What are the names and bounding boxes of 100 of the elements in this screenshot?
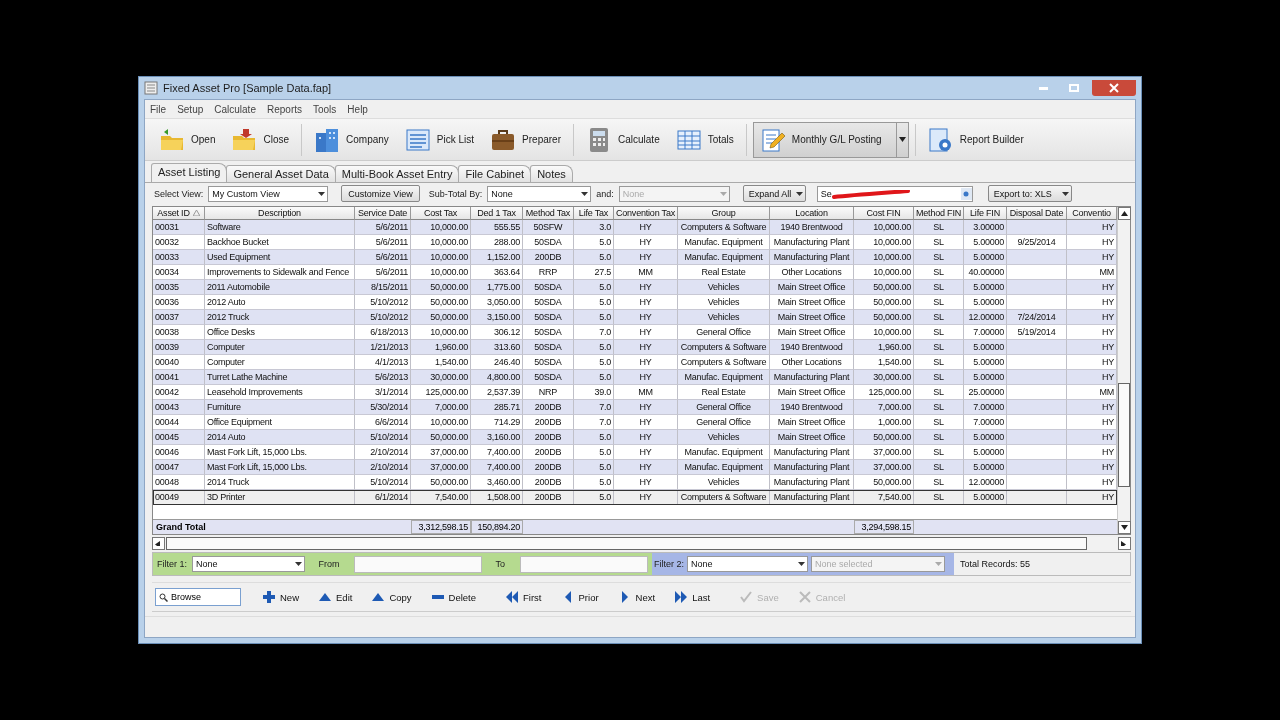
to-label: To: [495, 559, 505, 569]
close-button[interactable]: [1092, 80, 1136, 96]
scrollbar-thumb[interactable]: [1118, 383, 1130, 487]
menu-item[interactable]: File: [150, 103, 167, 115]
table-row[interactable]: 00032 Backhoe Bucket 5/6/2011 10,000.00 288.00 50SDA 5.0 HY Manufac. Equipment Manufacturing Plant 10,000.00 SL 5.00000 9/25/2014 HY: [153, 235, 1117, 251]
filter-2-dropdown[interactable]: None: [687, 556, 808, 572]
filter-1-dropdown[interactable]: None: [192, 556, 306, 572]
checkmark-icon: [740, 591, 753, 603]
column-header[interactable]: Description: [205, 207, 355, 221]
customize-view-button[interactable]: Customize View: [341, 185, 420, 202]
column-header[interactable]: Life FIN: [964, 207, 1007, 221]
nav-button[interactable]: Last: [667, 586, 719, 608]
toolbar-button[interactable]: Pick List: [398, 121, 481, 158]
double-right-arrow-icon: [675, 591, 688, 603]
folder-icon: [231, 126, 258, 153]
toolbar-button[interactable]: Calculate: [580, 121, 666, 158]
toolbar-button[interactable]: Open: [153, 121, 222, 158]
tab[interactable]: Notes: [530, 165, 573, 182]
caret-down-icon: [1121, 525, 1128, 530]
split-button[interactable]: Monthly G/L Posting: [752, 121, 909, 158]
table-row[interactable]: 00042 Leasehold Improvements 3/1/2014 125,000.00 2,537.39 NRP 39.0 MM Real Estate Main Street Office 125,000.00 SL 25.00000 MM: [153, 385, 1117, 401]
table-row[interactable]: 00041 Turret Lathe Machine 5/6/2013 30,000.00 4,800.00 50SDA 5.0 HY Manufac. Equipment Manufacturing Plant 30,000.00 SL 5.00000 HY: [153, 370, 1117, 386]
tab[interactable]: File Cabinet: [458, 165, 532, 182]
table-row[interactable]: 00046 Mast Fork Lift, 15,000 Lbs. 2/10/2014 37,000.00 7,400.00 200DB 5.0 HY Manufac. Equipment Manufacturing Plant 37,000.00 SL 5.00000 HY: [153, 445, 1117, 461]
export-dropdown-button[interactable]: Export to: XLS: [987, 185, 1072, 202]
total-cell: 3,294,598.15: [854, 519, 914, 534]
table-row[interactable]: 00033 Used Equipment 5/6/2011 10,000.00 1,152.00 200DB 5.0 HY Manufac. Equipment Manufacturing Plant 10,000.00 SL 5.00000 HY: [153, 250, 1117, 266]
grand-total-label: Grand Total: [155, 521, 207, 532]
column-header[interactable]: Life Tax: [574, 207, 614, 221]
nav-button[interactable]: New: [255, 586, 307, 608]
column-header[interactable]: Conventio: [1067, 207, 1117, 221]
table-row[interactable]: 00031 Software 5/6/2011 10,000.00 555.55 50SFW 3.0 HY Computers & Software 1940 Brentwood 10,000.00 SL 3.00000 HY: [153, 220, 1117, 236]
table-row[interactable]: 00045 2014 Auto 5/10/2014 50,000.00 3,160.00 200DB 5.0 HY Vehicles Main Street Office 50,000.00 SL 5.00000 HY: [153, 430, 1117, 446]
nav-button[interactable]: Copy: [364, 586, 420, 608]
scroll-down-button[interactable]: [1118, 521, 1131, 534]
menu-item[interactable]: Calculate: [214, 103, 256, 115]
nav-button[interactable]: First: [498, 586, 550, 608]
column-header[interactable]: Group: [678, 207, 770, 221]
from-label: From: [318, 559, 340, 569]
scrollbar-thumb[interactable]: [166, 536, 1087, 550]
table-row[interactable]: 00034 Improvements to Sidewalk and Fence 5/6/2011 10,000.00 363.64 RRP 27.5 MM Real Estate Other Locations 10,000.00 SL 40.00000 MM: [153, 265, 1117, 281]
to-field[interactable]: [520, 555, 648, 573]
tab[interactable]: Asset Listing: [151, 163, 228, 182]
nav-button[interactable]: Delete: [423, 586, 485, 608]
table-row[interactable]: 00048 2014 Truck 5/10/2014 50,000.00 3,460.00 200DB 5.0 HY Vehicles Manufacturing Plant 50,000.00 SL 12.00000 HY: [153, 475, 1117, 491]
toolbar-button[interactable]: Report Builder: [921, 121, 1030, 158]
nav-button[interactable]: Prior: [553, 586, 607, 608]
triangle-up-icon: [319, 591, 331, 603]
table-row[interactable]: 00037 2012 Truck 5/10/2012 50,000.00 3,150.00 50SDA 5.0 HY Vehicles Main Street Office 50,000.00 SL 12.00000 7/24/2014 HY: [153, 310, 1117, 326]
column-header[interactable]: Convention Tax: [614, 207, 678, 221]
table-row[interactable]: 00047 Mast Fork Lift, 15,000 Lbs. 2/10/2014 37,000.00 7,400.00 200DB 5.0 HY Manufac. Equipment Manufacturing Plant 37,000.00 SL 5.00000 HY: [153, 460, 1117, 476]
search-icon: [159, 592, 168, 602]
select-view-dropdown[interactable]: My Custom View: [208, 185, 329, 202]
window-title: Fixed Asset Pro [Sample Data.fap]: [163, 82, 333, 94]
table-row[interactable]: 00044 Office Equipment 6/6/2014 10,000.00 714.29 200DB 7.0 HY General Office Main Street Office 1,000.00 SL 7.00000 HY: [153, 415, 1117, 431]
minimize-icon: [1038, 86, 1048, 90]
nav-button[interactable]: Next: [610, 586, 664, 608]
column-header[interactable]: Location: [770, 207, 854, 221]
menu-item[interactable]: Help: [347, 103, 368, 115]
column-header[interactable]: Cost Tax: [411, 207, 471, 221]
nav-button[interactable]: Edit: [311, 586, 361, 608]
toolbar-button[interactable]: Preparer: [484, 121, 567, 158]
toolbar-button[interactable]: Close: [225, 121, 296, 158]
table-row[interactable]: 00038 Office Desks 6/18/2013 10,000.00 306.12 50SDA 7.0 HY General Office Main Street Office 10,000.00 SL 7.00000 5/19/2014 HY: [153, 325, 1117, 341]
expand-all-button[interactable]: Expand All: [742, 185, 806, 202]
subtotal-label: Sub-Total By:: [428, 188, 483, 199]
table-row[interactable]: 00036 2012 Auto 5/10/2012 50,000.00 3,050.00 50SDA 5.0 HY Vehicles Main Street Office 50,000.00 SL 5.00000 HY: [153, 295, 1117, 311]
close-icon: [1109, 83, 1119, 93]
subtotal-dropdown[interactable]: None: [487, 185, 592, 202]
table-row[interactable]: 00035 2011 Automobile 8/15/2011 50,000.00 1,775.00 50SDA 5.0 HY Vehicles Main Street Office 50,000.00 SL 5.00000 HY: [153, 280, 1117, 296]
table-row[interactable]: 00049 3D Printer 6/1/2014 7,540.00 1,508.00 200DB 5.0 HY Computers & Software Manufacturing Plant 7,540.00 SL 5.00000 HY: [153, 490, 1117, 506]
column-header[interactable]: Method FIN: [914, 207, 964, 221]
menu-item[interactable]: Tools: [313, 103, 337, 115]
toolbar-button[interactable]: Totals: [669, 121, 740, 158]
table-row[interactable]: 00039 Computer 1/21/2013 1,960.00 313.60 50SDA 5.0 HY Computers & Software 1940 Brentwood 1,960.00 SL 5.00000 HY: [153, 340, 1117, 356]
folder-icon: [159, 126, 185, 153]
toolbar-button[interactable]: Company: [308, 121, 395, 158]
column-header[interactable]: Disposal Date: [1007, 207, 1067, 221]
maximize-icon: [1069, 84, 1079, 92]
from-field[interactable]: [354, 555, 483, 573]
search-dropdown-icon[interactable]: [960, 187, 972, 200]
column-header[interactable]: Asset ID: [153, 207, 205, 221]
column-header[interactable]: Cost FIN: [854, 207, 914, 221]
tab[interactable]: Multi-Book Asset Entry: [334, 165, 460, 182]
table-row[interactable]: 00043 Furniture 5/30/2014 7,000.00 285.71 200DB 7.0 HY General Office 1940 Brentwood 7,000.00 SL 7.00000 HY: [153, 400, 1117, 416]
menu-item[interactable]: Setup: [177, 103, 204, 115]
tab[interactable]: General Asset Data: [226, 165, 336, 182]
column-header[interactable]: Service Date: [355, 207, 411, 221]
scroll-up-button[interactable]: [1118, 207, 1131, 220]
caret-right-icon: [1121, 540, 1128, 546]
plus-icon: [263, 591, 275, 603]
scroll-right-button[interactable]: [1118, 536, 1131, 550]
scroll-left-button[interactable]: [152, 536, 165, 550]
search-field[interactable]: Se: [816, 185, 973, 202]
column-header[interactable]: Method Tax: [523, 207, 574, 221]
column-header[interactable]: Ded 1 Tax: [471, 207, 523, 221]
table-row[interactable]: 00040 Computer 4/1/2013 1,540.00 246.40 50SDA 5.0 HY Computers & Software Other Locations 1,540.00 SL 5.00000 HY: [153, 355, 1117, 371]
menu-item[interactable]: Reports: [266, 103, 302, 115]
caret-up-icon: [1121, 211, 1128, 216]
browse-field[interactable]: Browse: [155, 588, 241, 606]
